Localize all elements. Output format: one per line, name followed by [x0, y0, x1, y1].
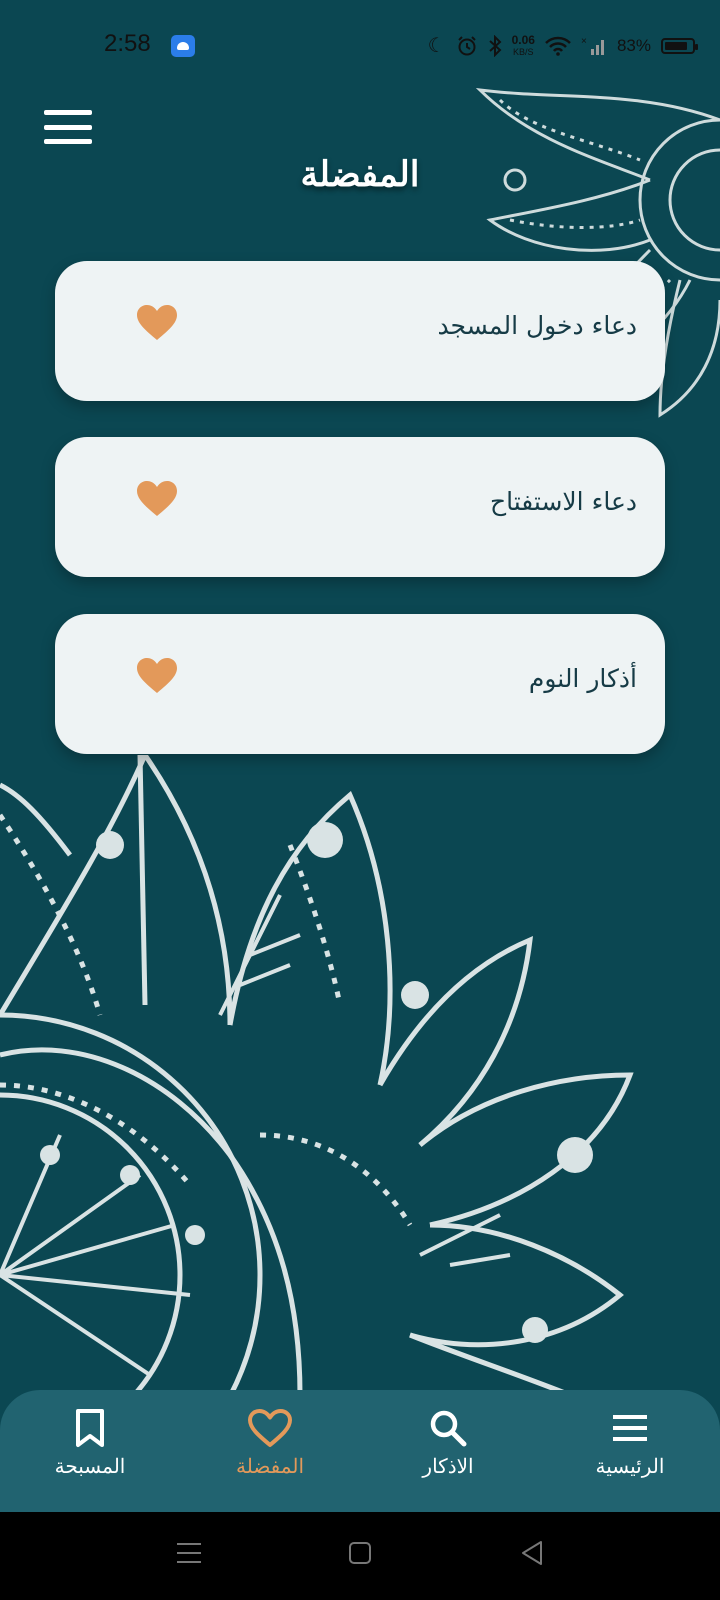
favorite-card[interactable]: أذكار النوم — [55, 614, 665, 754]
net-speed: 0.06 KB/S — [512, 34, 535, 58]
nav-item-tasbih[interactable]: المسبحة — [25, 1408, 155, 1500]
bottom-nav: المسبحة المفضلة الاذكار الرئيسية — [0, 1390, 720, 1512]
svg-text:×: × — [581, 36, 587, 47]
favorite-card-title: دعاء الاستفتاح — [489, 487, 637, 516]
menu-icon — [613, 1415, 647, 1441]
net-speed-value: 0.06 — [511, 33, 535, 47]
battery-percent: 83% — [616, 36, 651, 55]
recent-apps-icon[interactable] — [176, 1540, 202, 1566]
bluetooth-icon — [488, 35, 502, 57]
page-title: المفضلة — [300, 154, 420, 195]
favorite-card[interactable]: دعاء الاستفتاح — [55, 437, 665, 577]
net-speed-unit: KB/S — [513, 47, 534, 57]
mandala-decoration-bottom — [0, 755, 634, 1395]
status-bar: 2:58 ☾ 0.06 KB/S × 83% — [0, 0, 720, 92]
nav-item-favorites[interactable]: المفضلة — [205, 1408, 335, 1500]
heart-icon[interactable] — [137, 305, 177, 341]
system-nav-bar — [0, 1512, 720, 1600]
status-time: 2:58 — [104, 30, 151, 57]
moon-icon: ☾ — [427, 35, 446, 57]
favorite-card[interactable]: دعاء دخول المسجد — [55, 261, 665, 401]
favorite-card-title: دعاء دخول المسجد — [437, 311, 637, 340]
alarm-icon — [457, 36, 476, 56]
signal-icon: × — [581, 36, 604, 55]
favorite-card-title: أذكار النوم — [528, 664, 637, 693]
heart-outline-icon — [248, 1409, 292, 1447]
nav-label: الرئيسية — [595, 1454, 665, 1478]
menu-line — [44, 110, 92, 115]
menu-line — [44, 124, 92, 130]
menu-line — [44, 139, 92, 144]
heart-icon[interactable] — [137, 481, 177, 517]
hamburger-icon[interactable] — [44, 108, 92, 146]
battery-icon — [661, 38, 698, 54]
heart-icon[interactable] — [137, 658, 177, 694]
wifi-icon — [545, 36, 571, 56]
nav-label: المسبحة — [54, 1454, 126, 1478]
search-icon — [430, 1410, 467, 1447]
status-icons: ☾ 0.06 KB/S × 83% — [427, 31, 698, 61]
nav-label: المفضلة — [235, 1454, 305, 1478]
nav-item-home[interactable]: الرئيسية — [565, 1408, 695, 1500]
home-icon[interactable] — [348, 1540, 372, 1566]
android-notification-icon — [171, 35, 195, 57]
nav-label: الاذكار — [422, 1454, 474, 1478]
bookmark-icon — [76, 1409, 104, 1447]
nav-item-adhkar[interactable]: الاذكار — [383, 1408, 513, 1500]
back-icon[interactable] — [520, 1540, 544, 1566]
